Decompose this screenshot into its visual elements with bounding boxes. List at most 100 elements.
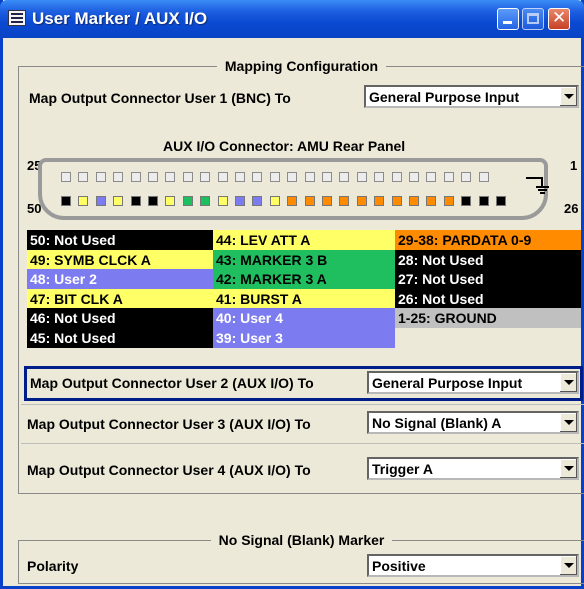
connector-pin-bottom xyxy=(322,196,332,206)
pin-label-1: 1 xyxy=(570,158,578,173)
maximize-button[interactable] xyxy=(522,8,544,30)
connector-pin-top xyxy=(148,172,158,182)
connector-pin-bottom xyxy=(304,196,315,206)
connector-pin-top xyxy=(356,172,367,182)
connector-pin-bottom xyxy=(356,196,367,206)
connector-pin-bottom xyxy=(461,196,472,206)
chevron-down-icon[interactable] xyxy=(559,373,577,392)
polarity-select[interactable]: Positive xyxy=(367,554,579,577)
connector-pin-top xyxy=(443,172,454,182)
user4-label: Map Output Connector User 4 (AUX I/O) To xyxy=(27,462,311,478)
user2-select-value: General Purpose Input xyxy=(372,375,523,391)
blank-marker-title: No Signal (Blank) Marker xyxy=(210,532,393,548)
aux-connector-diagram xyxy=(38,158,548,220)
ground-icon xyxy=(526,177,552,194)
polarity-select-value: Positive xyxy=(372,558,426,574)
connector-pin-top xyxy=(200,172,211,182)
legend-item: 28: Not Used xyxy=(395,249,581,270)
connector-pin-top xyxy=(182,172,193,182)
legend-item: 39: User 3 xyxy=(213,327,395,348)
minimize-button[interactable] xyxy=(497,8,519,30)
legend-item: 47: BIT CLK A xyxy=(27,288,213,309)
legend-item: 50: Not Used xyxy=(27,230,213,250)
legend-item: 49: SYMB CLCK A xyxy=(27,249,213,270)
user1-select-value: General Purpose Input xyxy=(369,89,520,105)
connector-pin-bottom xyxy=(217,196,228,206)
user4-select-value: Trigger A xyxy=(372,461,433,477)
connector-pin-bottom xyxy=(269,196,280,206)
chevron-down-icon[interactable] xyxy=(559,87,577,106)
connector-pin-top xyxy=(95,172,106,182)
connector-pin-top xyxy=(61,172,71,182)
connector-pin-top xyxy=(339,172,350,182)
user3-select-value: No Signal (Blank) A xyxy=(372,415,502,431)
close-button[interactable]: ✕ xyxy=(548,8,570,30)
user3-label: Map Output Connector User 3 (AUX I/O) To xyxy=(27,416,311,432)
connector-pin-bottom xyxy=(78,196,89,206)
connector-pin-top xyxy=(130,172,141,182)
connector-pin-bottom xyxy=(130,196,141,206)
title-bar[interactable]: User Marker / AUX I/O ✕ xyxy=(0,0,584,38)
polarity-label: Polarity xyxy=(27,558,79,574)
user2-select[interactable]: General Purpose Input xyxy=(367,371,579,394)
legend-item: 40: User 4 xyxy=(213,308,395,328)
mapping-configuration-title: Mapping Configuration xyxy=(216,58,387,74)
connector-pin-bottom xyxy=(200,196,211,206)
connector-pin-top xyxy=(165,172,176,182)
user1-select[interactable]: General Purpose Input xyxy=(364,85,579,108)
connector-pin-bottom xyxy=(426,196,437,206)
connector-pin-bottom xyxy=(496,196,506,206)
connector-pin-top xyxy=(287,172,298,182)
connector-pin-bottom xyxy=(113,196,124,206)
legend-item: 43: MARKER 3 B xyxy=(213,249,395,270)
connector-pin-top xyxy=(478,172,489,182)
connector-pin-bottom xyxy=(182,196,193,206)
chevron-down-icon[interactable] xyxy=(559,459,577,478)
row-divider xyxy=(21,404,584,405)
maximize-icon xyxy=(527,13,539,24)
connector-pin-top xyxy=(252,172,263,182)
connector-pin-bottom xyxy=(339,196,350,206)
chevron-down-icon[interactable] xyxy=(559,413,577,432)
dialog-window: User Marker / AUX I/O ✕ Mapping Configur… xyxy=(0,0,584,589)
connector-pin-top xyxy=(374,172,385,182)
connector-pin-top xyxy=(426,172,437,182)
connector-pin-top xyxy=(235,172,245,182)
pin-label-26: 26 xyxy=(564,201,579,216)
user1-label: Map Output Connector User 1 (BNC) To xyxy=(29,90,291,106)
connector-pin-top xyxy=(461,172,472,182)
connector-pin-bottom xyxy=(374,196,385,206)
connector-pin-bottom xyxy=(478,196,489,206)
connector-pin-top xyxy=(113,172,124,182)
legend-item: 27: Not Used xyxy=(395,269,581,289)
chevron-down-icon[interactable] xyxy=(559,556,577,575)
connector-pin-top xyxy=(304,172,315,182)
legend-item: 41: BURST A xyxy=(213,288,395,309)
connector-pin-top xyxy=(322,172,332,182)
legend-item: 44: LEV ATT A xyxy=(213,230,395,250)
legend-item: 45: Not Used xyxy=(27,327,213,348)
connector-pin-top xyxy=(269,172,280,182)
window-title: User Marker / AUX I/O xyxy=(32,9,208,28)
connector-pin-bottom xyxy=(148,196,158,206)
legend-item: 42: MARKER 3 A xyxy=(213,269,395,289)
connector-pin-bottom xyxy=(61,196,71,206)
aux-connector-title: AUX I/O Connector: AMU Rear Panel xyxy=(163,138,406,154)
connector-pin-top xyxy=(409,172,419,182)
row-divider xyxy=(21,443,584,444)
connector-pin-bottom xyxy=(443,196,454,206)
connector-pin-top xyxy=(78,172,89,182)
connector-pin-top xyxy=(217,172,228,182)
connector-pin-bottom xyxy=(95,196,106,206)
app-window-icon xyxy=(8,10,26,26)
connector-pin-bottom xyxy=(391,196,402,206)
connector-pin-bottom xyxy=(287,196,298,206)
user2-label: Map Output Connector User 2 (AUX I/O) To xyxy=(30,375,314,391)
legend-item: 48: User 2 xyxy=(27,269,213,289)
connector-pin-bottom xyxy=(252,196,263,206)
legend-item: 46: Not Used xyxy=(27,308,213,328)
connector-pin-bottom xyxy=(165,196,176,206)
legend-item: 26: Not Used xyxy=(395,288,581,309)
user4-select[interactable]: Trigger A xyxy=(367,457,579,480)
user3-select[interactable]: No Signal (Blank) A xyxy=(367,411,579,434)
